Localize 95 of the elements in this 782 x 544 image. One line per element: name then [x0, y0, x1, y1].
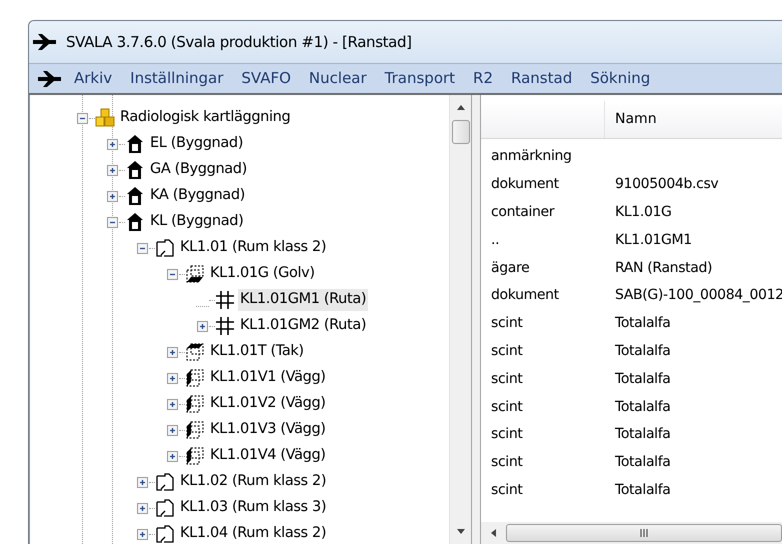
grid-icon — [215, 316, 235, 336]
table-cell-text: scint — [491, 453, 524, 472]
tree-item[interactable]: Radiologisk kartläggning — [118, 107, 292, 129]
house-icon — [125, 134, 145, 154]
grid-icon — [215, 290, 235, 310]
table-cell-text: .. — [491, 230, 500, 250]
collapse-icon[interactable] — [77, 112, 88, 124]
table-cell-text: anmärkning — [491, 147, 573, 166]
table-cell-text: Totalalfa — [615, 314, 671, 334]
menu-item[interactable]: Nuclear — [302, 67, 374, 90]
table-cell-text: ägare — [491, 258, 530, 278]
table-cell-text: dokument — [491, 286, 560, 306]
table-cell-text: RAN (Ranstad) — [615, 258, 712, 278]
vertical-scrollbar[interactable] — [449, 95, 471, 544]
expand-icon[interactable] — [167, 450, 178, 462]
menu-item[interactable]: R2 — [466, 67, 500, 90]
dashed-cube-icon — [185, 368, 205, 388]
tree-item[interactable]: KL1.01V2 (Vägg) — [208, 393, 328, 415]
house-icon — [125, 212, 145, 232]
dashed-cube-icon — [185, 264, 205, 284]
expand-icon[interactable] — [107, 190, 118, 202]
dashed-cube-icon — [185, 342, 205, 362]
table-cell-text: Totalalfa — [615, 425, 671, 444]
table-cell-text: scint — [491, 480, 524, 500]
scroll-up-icon[interactable] — [456, 105, 464, 110]
grip-icon — [640, 529, 648, 537]
table-cell-text: Totalalfa — [615, 342, 671, 361]
menu-item[interactable]: Ranstad — [504, 67, 580, 90]
collapse-icon[interactable] — [107, 216, 118, 228]
house-icon — [125, 186, 145, 206]
house-icon — [125, 160, 145, 180]
expand-icon[interactable] — [107, 138, 118, 150]
tree-item[interactable]: KL1.01V3 (Vägg) — [208, 419, 328, 441]
scroll-left-icon[interactable] — [491, 529, 496, 537]
expand-icon[interactable] — [137, 528, 148, 540]
menu-item[interactable]: Arkiv — [67, 67, 120, 90]
scroll-thumb[interactable] — [506, 524, 782, 542]
table-cell-text: scint — [491, 314, 524, 334]
tree-item[interactable]: KL1.01GM1 (Ruta) — [238, 289, 368, 311]
tree-item[interactable]: KL (Byggnad) — [148, 211, 246, 233]
expand-icon[interactable] — [107, 164, 118, 176]
dashed-cube-icon — [185, 446, 205, 466]
table-cell-text: 91005004b.csv — [615, 175, 718, 194]
tree-item[interactable]: KL1.01G (Golv) — [208, 263, 317, 285]
expand-icon[interactable] — [167, 398, 178, 410]
tree-item[interactable]: KL1.04 (Rum klass 2) — [178, 523, 328, 544]
tree-item[interactable]: KL1.01GM2 (Ruta) — [238, 315, 368, 337]
expand-icon[interactable] — [137, 476, 148, 488]
expand-icon[interactable] — [167, 346, 178, 358]
table-cell-text: dokument — [491, 175, 560, 194]
table-cell-text: container — [491, 202, 556, 222]
expand-icon[interactable] — [137, 502, 148, 514]
table-cell-text: scint — [491, 342, 524, 361]
plane-icon[interactable] — [37, 70, 63, 88]
scroll-down-icon[interactable] — [456, 529, 464, 534]
menu-item[interactable]: SVAFO — [234, 67, 298, 90]
expand-icon[interactable] — [167, 372, 178, 384]
table-cell-text: KL1.01G — [615, 202, 672, 222]
tree-item[interactable]: GA (Byggnad) — [148, 159, 249, 181]
table-cell-text: Totalalfa — [615, 398, 671, 417]
table-cell-text: SAB(G)-100_00084_0012 — [615, 286, 782, 306]
collapse-icon[interactable] — [167, 268, 178, 280]
dashed-cube-icon — [185, 420, 205, 440]
collapse-icon[interactable] — [137, 242, 148, 254]
table-cell-text: scint — [491, 398, 524, 417]
room-outline-icon — [155, 238, 175, 258]
room-outline-icon — [155, 498, 175, 518]
horizontal-scrollbar[interactable] — [481, 522, 782, 544]
room-outline-icon — [155, 524, 175, 544]
scroll-thumb[interactable] — [452, 120, 470, 144]
column-header[interactable]: Namn — [615, 109, 657, 130]
tree-item[interactable]: KL1.01V1 (Vägg) — [208, 367, 328, 389]
table-cell-text: scint — [491, 370, 524, 389]
room-outline-icon — [155, 472, 175, 492]
menu-item[interactable]: Sökning — [583, 67, 658, 90]
table-cell-text: scint — [491, 425, 524, 444]
table-cell-text: KL1.01GM1 — [615, 230, 692, 250]
tree-item[interactable]: KL1.01V4 (Vägg) — [208, 445, 328, 467]
expand-icon[interactable] — [197, 320, 208, 332]
tree-item[interactable]: KL1.03 (Rum klass 3) — [178, 497, 328, 519]
tree-item[interactable]: KL1.01 (Rum klass 2) — [178, 237, 328, 259]
menu-item[interactable]: Transport — [378, 67, 462, 90]
plane-icon — [32, 33, 58, 51]
tree-item[interactable]: KL1.02 (Rum klass 2) — [178, 471, 328, 493]
folder-cubes-icon — [95, 108, 115, 128]
tree-item[interactable]: EL (Byggnad) — [148, 133, 246, 155]
tree-item[interactable]: KA (Byggnad) — [148, 185, 247, 207]
dashed-cube-icon — [185, 394, 205, 414]
tree-item[interactable]: KL1.01T (Tak) — [208, 341, 306, 363]
table-cell-text: Totalalfa — [615, 453, 671, 472]
window-title: SVALA 3.7.6.0 (Svala produktion #1) - [Ranstad] — [66, 32, 412, 53]
table-cell-text: Totalalfa — [615, 370, 671, 389]
menu-item[interactable]: Inställningar — [123, 67, 230, 90]
expand-icon[interactable] — [167, 424, 178, 436]
table-cell-text: Totalalfa — [615, 480, 671, 500]
